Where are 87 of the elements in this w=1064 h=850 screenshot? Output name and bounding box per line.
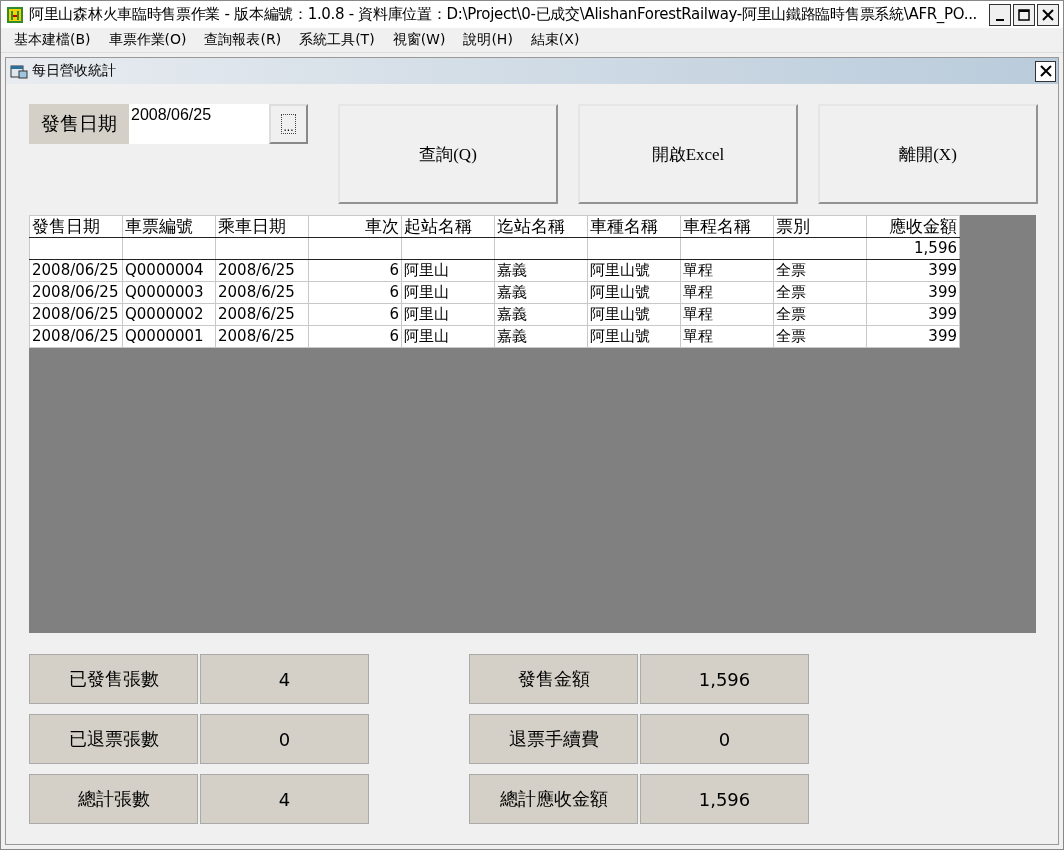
app-logo-icon (7, 6, 23, 23)
action-button[interactable]: 離開(X) (818, 104, 1038, 204)
column-header[interactable]: 乘車日期 (215, 215, 309, 238)
table-cell: 單程 (680, 259, 774, 282)
table-cell: Q0000002 (122, 303, 216, 326)
minimize-button[interactable] (989, 3, 1011, 26)
menu-item[interactable]: 車票作業(O) (99, 29, 196, 51)
table-cell: 399 (866, 303, 960, 326)
column-header[interactable]: 迄站名稱 (494, 215, 588, 238)
menu-item[interactable]: 視窗(W) (383, 29, 455, 51)
column-header[interactable]: 車程名稱 (680, 215, 774, 238)
table-cell: 全票 (773, 325, 867, 348)
summary-value: 0 (640, 714, 809, 764)
table-cell: 嘉義 (494, 281, 588, 304)
table-cell: 399 (866, 325, 960, 348)
menu-item[interactable]: 基本建檔(B) (5, 29, 100, 51)
table-cell: 阿里山號 (587, 259, 681, 282)
close-button[interactable] (1037, 3, 1059, 26)
table-cell: 嘉義 (494, 303, 588, 326)
table-cell: 阿里山 (401, 281, 495, 304)
action-button[interactable]: 開啟Excel (578, 104, 798, 204)
form-icon (10, 63, 28, 79)
minimize-icon (996, 18, 1004, 21)
table-cell: 阿里山 (401, 259, 495, 282)
maximize-button[interactable] (1013, 3, 1035, 26)
table-cell: 6 (308, 303, 402, 326)
table-cell: 399 (866, 281, 960, 304)
summary-value: 1,596 (640, 654, 809, 704)
child-window-title: 每日營收統計 (32, 62, 117, 80)
table-cell: Q0000003 (122, 281, 216, 304)
table-cell: 2008/6/25 (215, 259, 309, 282)
table-cell: 阿里山號 (587, 303, 681, 326)
column-header[interactable]: 車種名稱 (587, 215, 681, 238)
table-cell: 阿里山 (401, 303, 495, 326)
summary-label: 已退票張數 (29, 714, 198, 764)
table-cell: 399 (866, 259, 960, 282)
menu-item[interactable]: 結束(X) (521, 29, 589, 51)
table-cell: 全票 (773, 259, 867, 282)
table-cell: 阿里山號 (587, 325, 681, 348)
summary-value: 1,596 (640, 774, 809, 824)
summary-label: 總計應收金額 (469, 774, 638, 824)
summary-value: 0 (200, 714, 369, 764)
close-button[interactable] (1035, 60, 1056, 82)
table-cell: Q0000004 (122, 259, 216, 282)
summary-label: 已發售張數 (29, 654, 198, 704)
date-picker-button[interactable]: ... (269, 104, 308, 144)
column-header[interactable]: 車次 (308, 215, 402, 238)
maximize-icon (1018, 8, 1030, 21)
table-cell: 2008/06/25 (29, 281, 123, 304)
menu-item[interactable]: 系統工具(T) (290, 29, 384, 51)
close-icon (1039, 65, 1052, 77)
table-cell: 2008/6/25 (215, 325, 309, 348)
summary-value: 4 (200, 774, 369, 824)
table-cell: 單程 (680, 281, 774, 304)
date-field[interactable]: 2008/06/25 (129, 104, 269, 144)
table-cell: 2008/06/25 (29, 259, 123, 282)
column-header[interactable]: 票別 (773, 215, 867, 238)
close-icon (1042, 8, 1054, 21)
table-cell: 6 (308, 259, 402, 282)
table-cell: 2008/06/25 (29, 303, 123, 326)
table-cell: 阿里山 (401, 325, 495, 348)
menu-item[interactable]: 查詢報表(R) (195, 29, 291, 51)
column-header[interactable]: 發售日期 (29, 215, 123, 238)
summary-label: 退票手續費 (469, 714, 638, 764)
column-header[interactable]: 應收金額 (866, 215, 960, 238)
summary-label: 發售金額 (469, 654, 638, 704)
table-cell: 嘉義 (494, 325, 588, 348)
table-cell: 2008/6/25 (215, 303, 309, 326)
table-cell: 單程 (680, 303, 774, 326)
table-cell: 全票 (773, 281, 867, 304)
window-title: 阿里山森林火車臨時售票作業 - 版本編號：1.0.8 - 資料庫位置：D:\Project\0-已成交\AlishanForestRailway-阿里山鐵路臨時售票系統\AFR_PO... (29, 5, 979, 24)
table-cell: 阿里山號 (587, 281, 681, 304)
summary-value: 4 (200, 654, 369, 704)
table-cell: 6 (308, 281, 402, 304)
action-button[interactable]: 查詢(Q) (338, 104, 558, 204)
table-cell: 全票 (773, 303, 867, 326)
field-label: 發售日期 (29, 104, 129, 144)
summary-label: 總計張數 (29, 774, 198, 824)
table-cell: 6 (308, 325, 402, 348)
table-cell: 2008/6/25 (215, 281, 309, 304)
column-header[interactable]: 起站名稱 (401, 215, 495, 238)
table-cell: 單程 (680, 325, 774, 348)
table-cell: Q0000001 (122, 325, 216, 348)
table-cell: 嘉義 (494, 259, 588, 282)
table-cell: 2008/06/25 (29, 325, 123, 348)
menu-item[interactable]: 說明(H) (454, 29, 522, 51)
column-header[interactable]: 車票編號 (122, 215, 216, 238)
